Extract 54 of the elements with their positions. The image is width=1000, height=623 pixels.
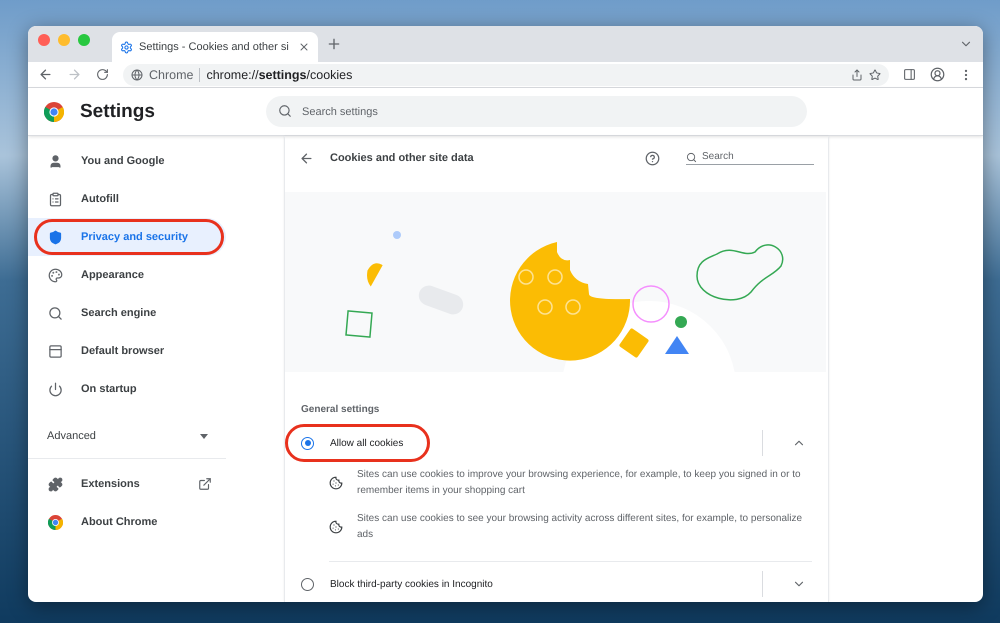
description-text: Sites can use cookies to improve your browsing experience, for example, to keep you signed in or to remember items in your shopping cart <box>357 468 802 498</box>
power-icon <box>48 382 63 396</box>
sidebar-item[interactable]: Autofill <box>28 180 226 218</box>
shield-icon <box>48 230 63 244</box>
browser-tab[interactable]: Settings - Cookies and other si <box>112 32 318 62</box>
sidebar-item-label: About Chrome <box>81 516 158 528</box>
sidebar-item[interactable]: Appearance <box>28 256 226 294</box>
side-panel-icon[interactable] <box>903 68 916 81</box>
search-icon <box>48 306 63 320</box>
star-icon[interactable] <box>869 68 881 80</box>
share-icon[interactable] <box>851 68 863 80</box>
back-icon[interactable] <box>299 150 314 166</box>
sidebar-item[interactable]: On startup <box>28 370 226 408</box>
dropdown-icon <box>200 434 208 438</box>
clipboard-icon <box>48 192 63 206</box>
puzzle-icon <box>48 476 63 492</box>
new-tab-icon[interactable] <box>326 36 342 52</box>
advanced-toggle[interactable]: Advanced <box>28 414 226 459</box>
search-field[interactable]: Search settings <box>266 96 807 127</box>
option-label: Block third-party cookies in Incognito <box>330 578 494 590</box>
chrome-logo-icon <box>44 102 64 122</box>
sidebar-item[interactable]: Extensions <box>28 465 226 503</box>
sidebar-item[interactable]: About Chrome <box>28 503 226 541</box>
cookie-icon <box>329 520 343 534</box>
description-text: Sites can use cookies to see your browsing activity across different sites, for example, to personalize ads <box>357 512 804 542</box>
search-field[interactable]: Search <box>686 151 814 165</box>
sidebar-item[interactable]: Search engine <box>28 294 226 332</box>
sidebar-item-label: Extensions <box>81 478 141 490</box>
sidebar-item[interactable]: Privacy and security <box>28 218 226 256</box>
chrome-logo-icon <box>48 514 63 530</box>
search-icon <box>278 104 292 118</box>
settings-icon <box>120 40 133 54</box>
sidebar-item[interactable]: You and Google <box>28 142 226 180</box>
search-icon <box>686 152 697 163</box>
option-label: Allow all cookies <box>330 438 404 448</box>
reload-icon[interactable] <box>96 68 109 81</box>
cookie-icon <box>329 476 343 490</box>
address-bar[interactable]: Chrome chrome://settings/cookies <box>123 64 889 86</box>
person-icon <box>48 154 63 168</box>
section-title: General settings <box>300 403 380 417</box>
radio-button[interactable] <box>301 578 314 590</box>
back-icon[interactable] <box>38 67 53 82</box>
close-icon[interactable] <box>298 41 310 53</box>
profile-icon[interactable] <box>930 67 945 82</box>
browser-window-icon <box>48 344 63 358</box>
page-title: Cookies and other site data <box>330 152 475 164</box>
settings-title: Settings <box>80 100 156 122</box>
globe-icon <box>131 68 143 80</box>
help-icon[interactable] <box>645 150 660 166</box>
url-text: chrome://settings/cookies <box>206 68 354 82</box>
site-chip: Chrome <box>149 68 200 82</box>
radio-button[interactable] <box>301 436 314 450</box>
sidebar-item[interactable]: Default browser <box>28 332 226 370</box>
palette-icon <box>48 268 63 282</box>
